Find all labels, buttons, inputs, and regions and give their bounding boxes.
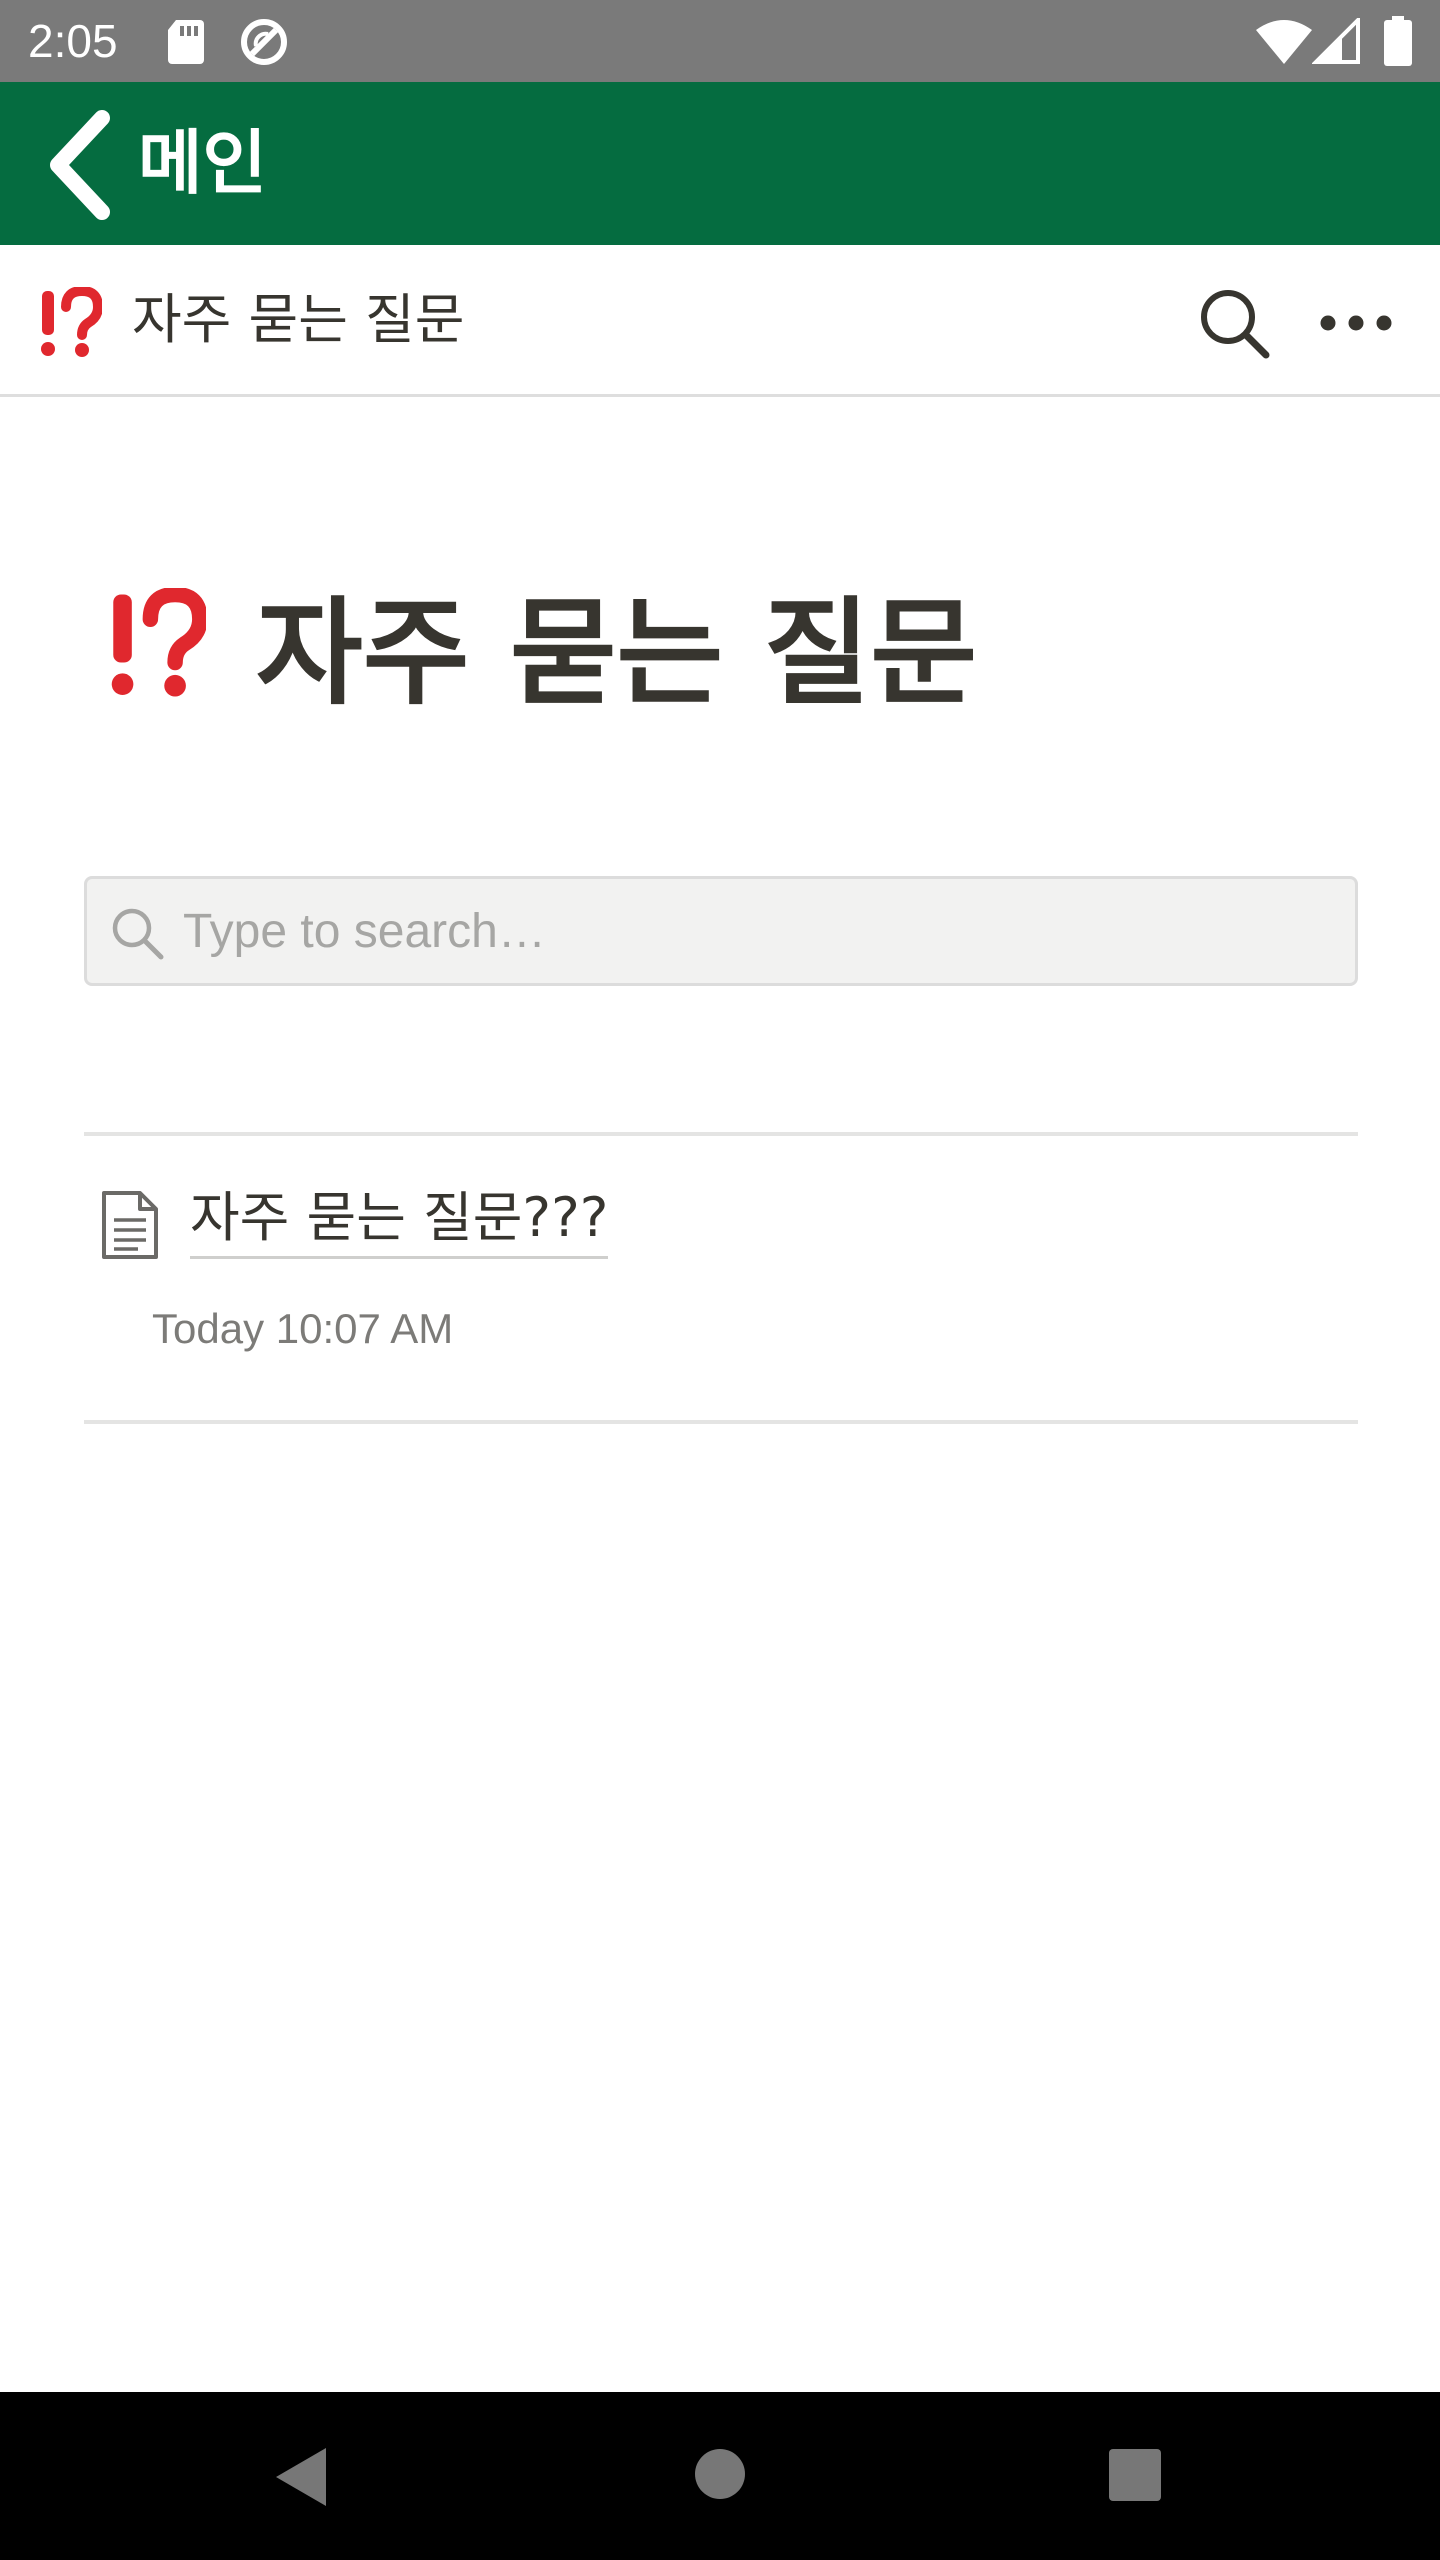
more-icon[interactable] bbox=[1318, 297, 1394, 349]
signal-icon bbox=[1312, 18, 1360, 64]
exclamation-question-emoji-icon bbox=[41, 287, 102, 357]
app-bar: 메인 bbox=[0, 82, 1440, 245]
list-item-title[interactable]: 자주 묻는 질문??? bbox=[190, 1182, 609, 1259]
page-header: 자주 묻는 질문 bbox=[0, 245, 1440, 397]
page-title: 자주 묻는 질문 bbox=[256, 586, 978, 721]
back-icon[interactable] bbox=[270, 2444, 330, 2510]
sd-card-icon bbox=[168, 20, 204, 64]
document-icon bbox=[102, 1191, 158, 1259]
chevron-left-icon[interactable] bbox=[40, 108, 120, 222]
wifi-icon bbox=[1256, 20, 1312, 64]
search-box[interactable] bbox=[84, 876, 1358, 986]
app-bar-title[interactable]: 메인 bbox=[138, 120, 267, 206]
battery-icon bbox=[1384, 16, 1412, 66]
search-icon[interactable] bbox=[1196, 285, 1272, 361]
home-icon[interactable] bbox=[694, 2448, 746, 2500]
recents-icon[interactable] bbox=[1108, 2448, 1162, 2502]
status-time: 2:05 bbox=[28, 15, 118, 67]
status-bar: 2:05 bbox=[0, 0, 1440, 82]
divider bbox=[84, 1420, 1358, 1424]
search-input[interactable] bbox=[183, 893, 1333, 969]
sync-icon bbox=[241, 19, 287, 65]
search-icon bbox=[112, 908, 164, 960]
header-title: 자주 묻는 질문 bbox=[132, 288, 465, 351]
navigation-bar bbox=[0, 2392, 1440, 2560]
list-item-timestamp: Today 10:07 AM bbox=[152, 1305, 454, 1352]
list-item[interactable]: 자주 묻는 질문??? Today 10:07 AM bbox=[84, 1136, 1358, 1420]
exclamation-question-emoji-icon bbox=[111, 588, 206, 697]
